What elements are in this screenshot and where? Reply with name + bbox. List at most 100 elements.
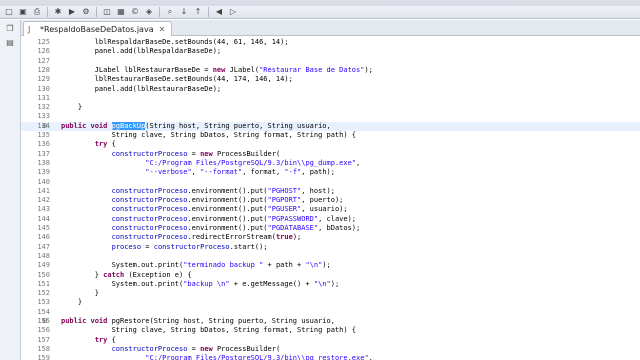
- prev-annotation-icon[interactable]: ↑: [193, 7, 203, 17]
- code-line[interactable]: 125 lblRespaldarBaseDe.setBounds(44, 61,…: [21, 38, 640, 47]
- code-text: }: [61, 298, 82, 307]
- code-token: ,: [356, 158, 361, 167]
- line-number: 137: [37, 149, 50, 158]
- selected-token: pgBackUp: [111, 121, 146, 130]
- code-line[interactable]: 132 }: [21, 103, 640, 112]
- code-line[interactable]: 153 }: [21, 298, 640, 307]
- open-type-icon[interactable]: ◈: [144, 7, 154, 17]
- code-token: , path);: [301, 168, 335, 177]
- code-line[interactable]: 130 panel.add(lblRestaurarBaseDe);: [21, 85, 640, 94]
- code-line[interactable]: 147 proceso = constructorProceso.start()…: [21, 243, 640, 252]
- code-text: constructorProceso.environment().put("PG…: [61, 205, 348, 214]
- code-line[interactable]: 151 System.out.print("backup \n" + e.get…: [21, 280, 640, 289]
- code-line[interactable]: 131: [21, 94, 640, 103]
- code-token: );: [292, 233, 302, 242]
- code-line[interactable]: 146 constructorProceso.redirectErrorStre…: [21, 233, 640, 242]
- code-line[interactable]: 154: [21, 308, 640, 317]
- next-annotation-icon[interactable]: ↓: [179, 7, 189, 17]
- code-token: .environment().put(: [187, 196, 268, 205]
- code-token: catch: [103, 270, 125, 279]
- code-line[interactable]: 133: [21, 112, 640, 121]
- line-number: 143: [37, 205, 50, 214]
- code-text: public void pgBackUp(String host, String…: [61, 121, 331, 131]
- line-number: 130: [37, 84, 50, 93]
- code-token: pgRestore(String host, String puerto, St…: [111, 317, 335, 325]
- code-token: .start();: [229, 242, 268, 251]
- code-text: constructorProceso.environment().put("PG…: [61, 224, 361, 233]
- code-token: new: [200, 149, 213, 158]
- code-token: constructorProceso: [111, 233, 188, 242]
- code-text: constructorProceso.environment().put("PG…: [61, 196, 344, 205]
- code-token: constructorProceso: [111, 214, 188, 223]
- code-line[interactable]: 159 "C:/Program Files/PostgreSQL/9.3/bin…: [21, 354, 640, 360]
- code-token: + path +: [263, 261, 306, 270]
- code-line[interactable]: 140: [21, 178, 640, 187]
- back-icon[interactable]: ◀: [214, 7, 224, 17]
- code-line[interactable]: 126 panel.add(lblRespaldarBaseDe);: [21, 47, 640, 56]
- code-line[interactable]: 128 JLabel lblRestaurarBaseDe = new JLab…: [21, 66, 640, 75]
- fold-toggle-icon[interactable]: ⊖: [42, 122, 48, 131]
- code-token: "C:/Program Files/PostgreSQL/9.3/bin\\pg…: [145, 158, 357, 167]
- print-icon[interactable]: ⎙: [32, 7, 42, 17]
- new-icon[interactable]: □: [4, 7, 14, 17]
- new-java-project-icon[interactable]: ◫: [102, 7, 112, 17]
- code-line[interactable]: 149 System.out.print("terminado backup "…: [21, 261, 640, 270]
- line-number: 156: [37, 326, 50, 335]
- search-icon[interactable]: ⌕: [165, 7, 175, 17]
- code-line[interactable]: 138 "C:/Program Files/PostgreSQL/9.3/bin…: [21, 159, 640, 168]
- forward-icon[interactable]: ▷: [228, 7, 238, 17]
- code-line[interactable]: 127: [21, 57, 640, 66]
- code-token: String clave, String bDatos, String form…: [61, 131, 357, 139]
- code-token: constructorProceso: [111, 344, 188, 353]
- code-token: }: [61, 103, 83, 112]
- code-line[interactable]: 152 }: [21, 289, 640, 298]
- code-line[interactable]: 136 try {: [21, 140, 640, 149]
- line-number: 147: [37, 242, 50, 251]
- code-line[interactable]: 145 constructorProceso.environment().put…: [21, 224, 640, 233]
- code-line[interactable]: 158 constructorProceso = new ProcessBuil…: [21, 345, 640, 354]
- debug-icon[interactable]: ✱: [53, 7, 63, 17]
- code-token: , host);: [301, 186, 335, 195]
- code-line[interactable]: 141 constructorProceso.environment().put…: [21, 187, 640, 196]
- code-token: constructorProceso: [111, 224, 188, 232]
- run-icon[interactable]: ▶: [67, 7, 77, 17]
- code-line[interactable]: 129 lblRestaurarBaseDe.setBounds(44, 174…: [21, 75, 640, 84]
- fold-toggle-icon[interactable]: ⊖: [42, 317, 48, 326]
- code-line[interactable]: 155 ⊖ public void pgRestore(String host, S…: [21, 317, 640, 326]
- code-line[interactable]: 144 constructorProceso.environment().put…: [21, 215, 640, 224]
- code-line[interactable]: 150 } catch (Exception e) {: [21, 271, 640, 280]
- code-editor[interactable]: 125 lblRespaldarBaseDe.setBounds(44, 61,…: [21, 36, 640, 360]
- code-text: try {: [61, 336, 116, 345]
- code-line[interactable]: 137 constructorProceso = new ProcessBuil…: [21, 150, 640, 159]
- code-text: constructorProceso = new ProcessBuilder(: [61, 149, 281, 159]
- code-token: public void: [61, 121, 112, 130]
- code-line[interactable]: 148: [21, 252, 640, 261]
- code-token: .environment().put(: [187, 186, 268, 195]
- toolbar-separator: [208, 7, 209, 17]
- line-number: 159: [37, 354, 50, 360]
- close-tab-icon[interactable]: ✕: [159, 25, 166, 34]
- code-token: "terminado backup ": [183, 261, 264, 270]
- save-icon[interactable]: ▣: [18, 7, 28, 17]
- java-file-icon: J: [28, 24, 31, 34]
- code-line[interactable]: 134 ⊖ public void pgBackUp(String host, St…: [21, 121, 640, 131]
- code-line[interactable]: 135 String clave, String bDatos, String …: [21, 131, 640, 140]
- code-line[interactable]: 142 constructorProceso.environment().put…: [21, 196, 640, 205]
- code-text: System.out.print("backup \n" + e.getMess…: [61, 280, 340, 289]
- package-explorer-icon[interactable]: ▤: [5, 38, 15, 48]
- code-line[interactable]: 157 try {: [21, 336, 640, 345]
- code-token: , clave);: [318, 214, 357, 223]
- code-text: try {: [61, 140, 116, 149]
- editor-tab[interactable]: J *RespaldoBaseDeDatos.java ✕: [23, 21, 173, 36]
- code-line[interactable]: 156 String clave, String bDatos, String …: [21, 326, 640, 335]
- code-line[interactable]: 139 "--verbose", "--format", format, "-f…: [21, 168, 640, 177]
- new-class-icon[interactable]: ©: [130, 7, 140, 17]
- restore-view-icon[interactable]: ❐: [5, 24, 15, 34]
- code-token: );: [322, 261, 331, 270]
- external-tools-icon[interactable]: ⚙: [81, 7, 91, 17]
- new-package-icon[interactable]: ▦: [116, 7, 126, 17]
- code-line[interactable]: 143 constructorProceso.environment().put…: [21, 205, 640, 214]
- code-token: "--verbose": [145, 168, 192, 177]
